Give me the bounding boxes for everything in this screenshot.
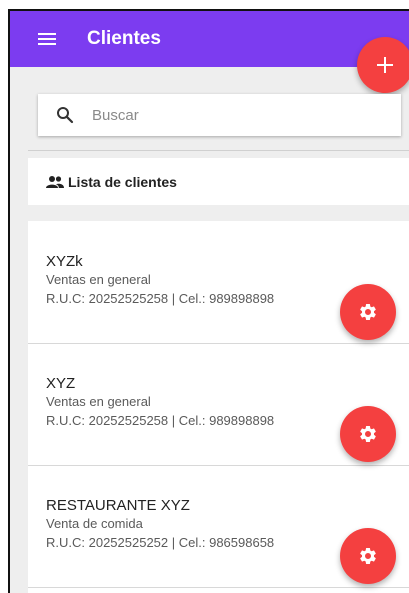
- app-bar: Clientes: [10, 11, 409, 67]
- client-settings-button[interactable]: [340, 528, 396, 584]
- client-name: RESTAURANTE XYZ: [46, 497, 190, 514]
- list-item[interactable]: XYZ Ventas en general R.U.C: 20252525258…: [28, 343, 409, 466]
- menu-icon[interactable]: [38, 32, 58, 46]
- list-item[interactable]: RESTAURANTE XYZ Venta de comida R.U.C: 2…: [28, 465, 409, 588]
- divider: [28, 150, 409, 151]
- search-bar: [38, 94, 401, 136]
- gear-icon: [360, 425, 376, 442]
- client-name: XYZ: [46, 375, 76, 392]
- client-details: R.U.C: 20252525258 | Cel.: 989898898: [46, 291, 275, 306]
- client-settings-button[interactable]: [340, 406, 396, 462]
- list-header: Lista de clientes: [28, 158, 409, 205]
- client-details: R.U.C: 20252525258 | Cel.: 989898898: [46, 413, 275, 428]
- gear-icon: [360, 548, 376, 564]
- plus-icon: [377, 57, 393, 73]
- client-name: XYZk: [46, 253, 83, 270]
- client-category: Venta de comida: [46, 516, 143, 531]
- search-input[interactable]: [90, 105, 374, 125]
- client-list: XYZk Ventas en general R.U.C: 2025252525…: [28, 221, 409, 593]
- list-item[interactable]: XYZk Ventas en general R.U.C: 2025252525…: [28, 221, 409, 344]
- client-category: Ventas en general: [46, 272, 151, 287]
- search-icon: [57, 107, 74, 124]
- gear-icon: [360, 303, 376, 320]
- client-details: R.U.C: 20252525252 | Cel.: 986598658: [46, 535, 275, 550]
- client-settings-button[interactable]: [340, 284, 396, 340]
- add-client-button[interactable]: [357, 37, 409, 93]
- people-icon: [46, 175, 64, 188]
- client-category: Ventas en general: [46, 394, 151, 409]
- list-header-label: Lista de clientes: [68, 173, 177, 190]
- app-frame: Clientes Lista de clientes XYZk Ventas e…: [8, 9, 409, 593]
- page-title: Clientes: [87, 28, 161, 49]
